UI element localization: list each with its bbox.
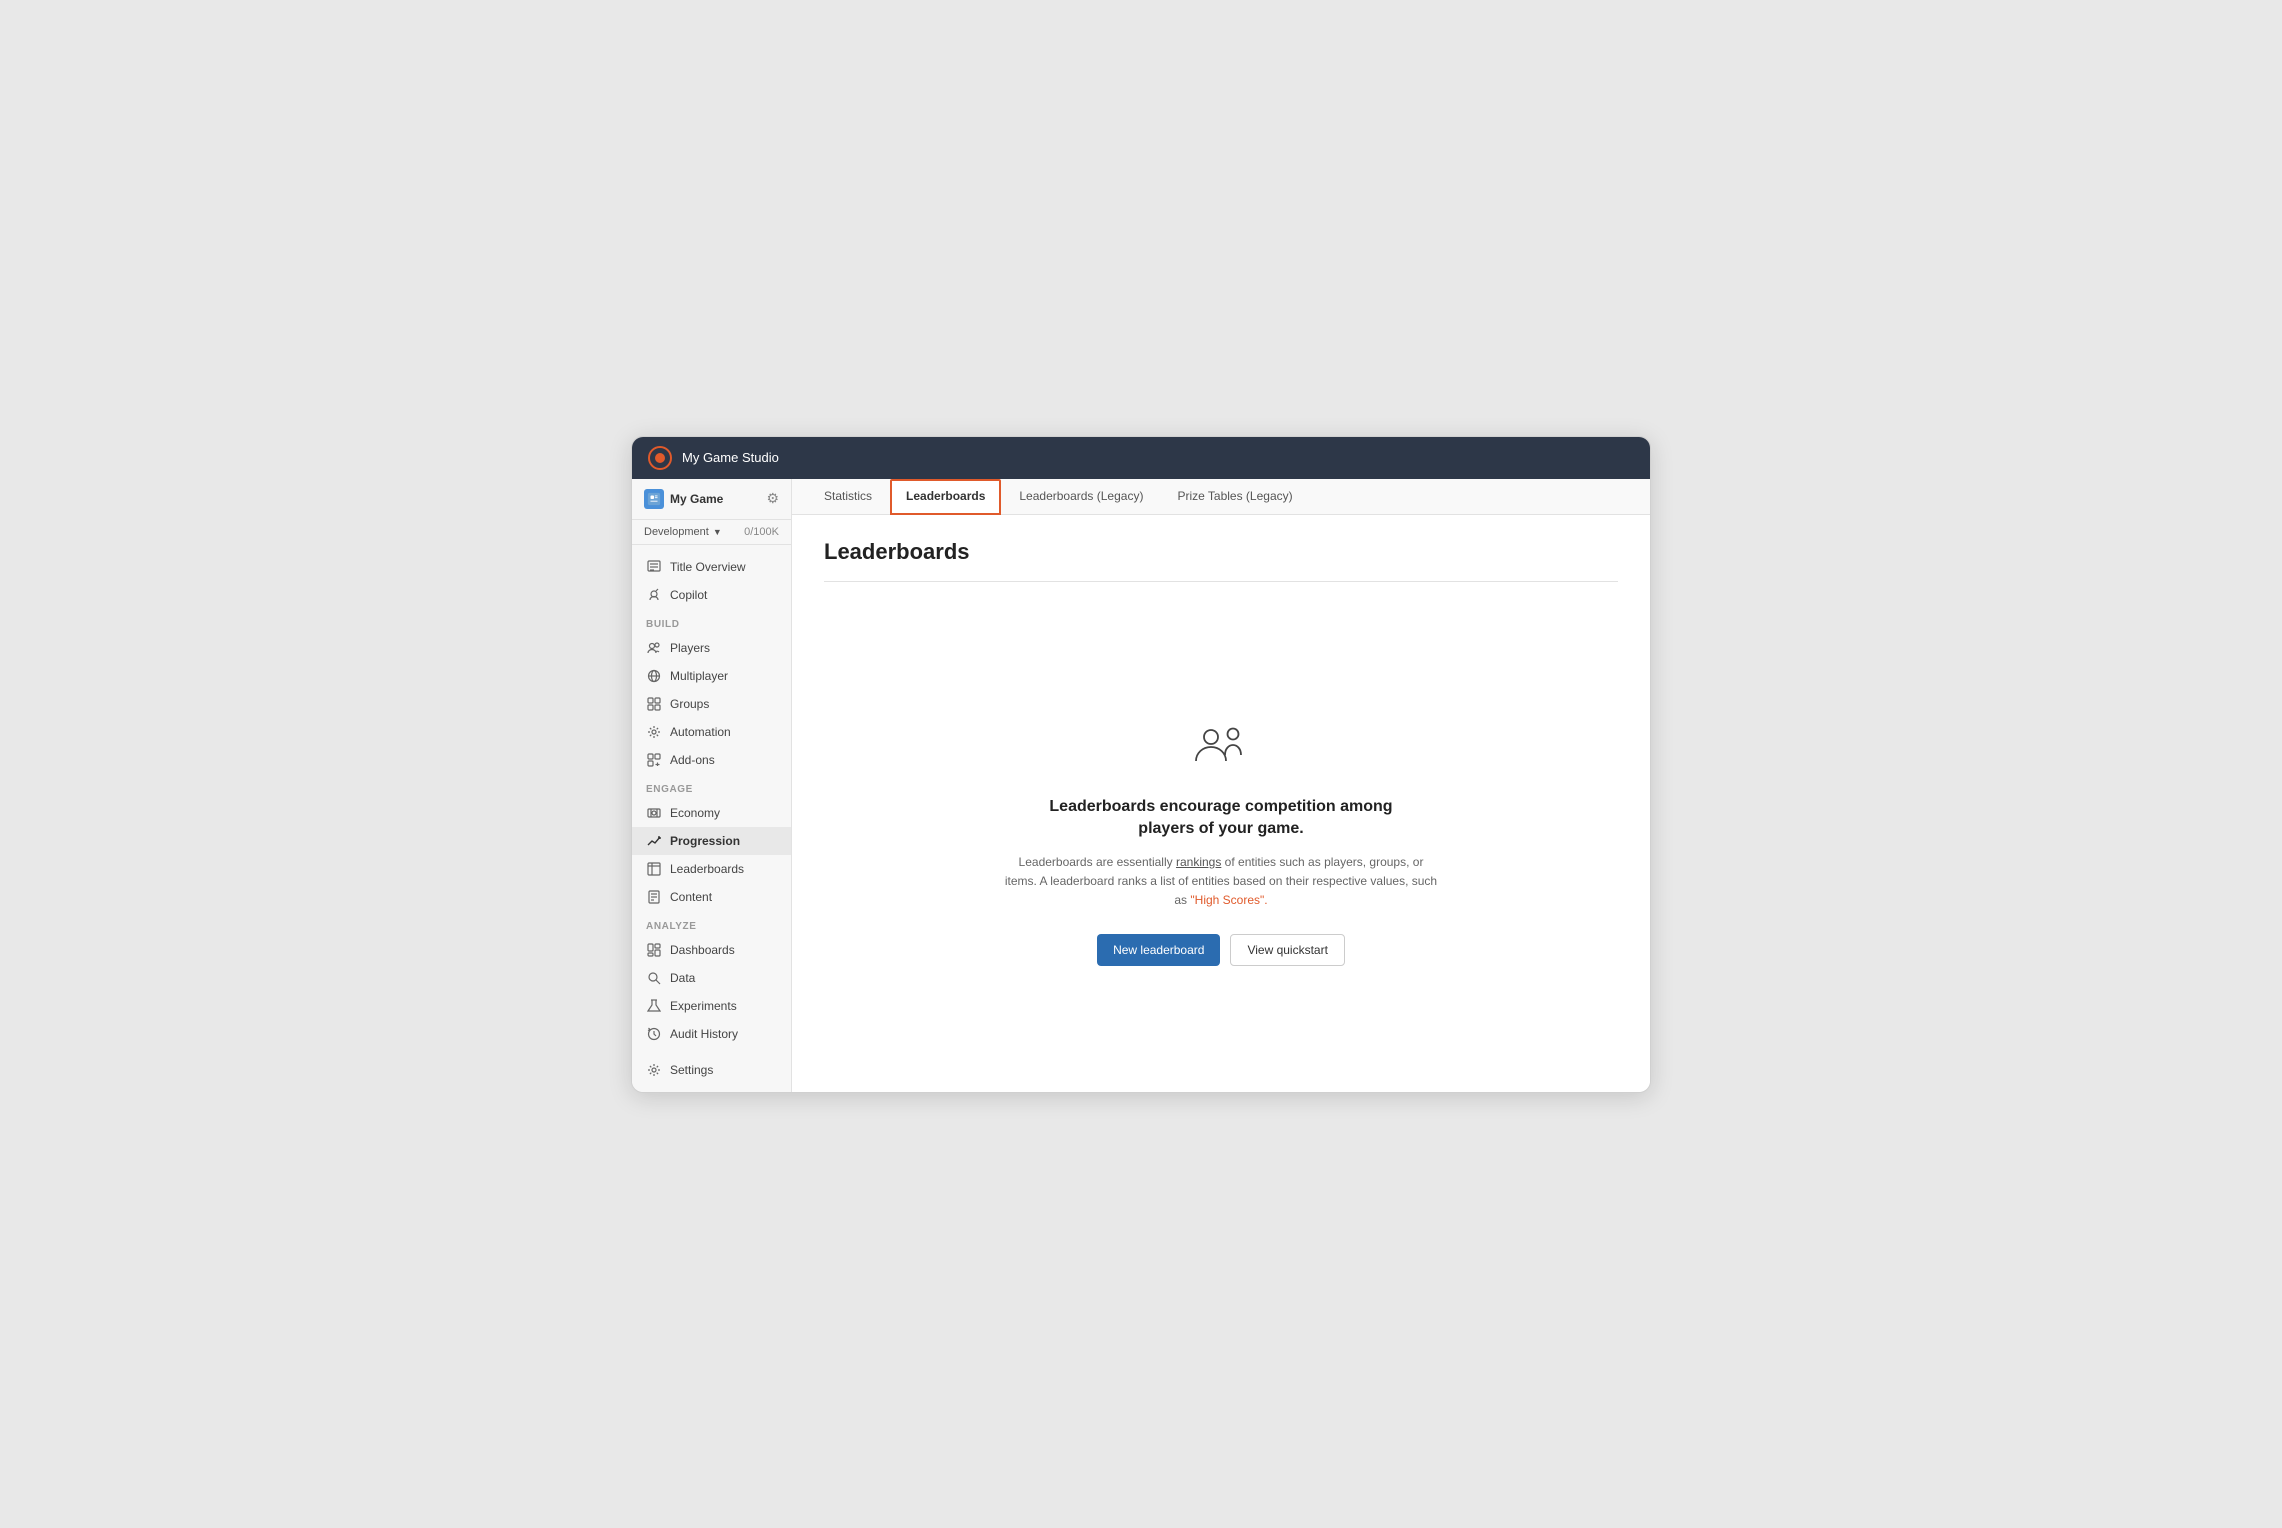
sidebar-item-multiplayer-label: Multiplayer bbox=[670, 669, 728, 683]
app-title: My Game Studio bbox=[682, 450, 779, 465]
addons-icon bbox=[646, 752, 662, 768]
sidebar-item-multiplayer[interactable]: Multiplayer bbox=[632, 662, 791, 690]
sidebar-item-title-overview[interactable]: Title Overview bbox=[632, 553, 791, 581]
sidebar-item-leaderboards-label: Leaderboards bbox=[670, 862, 744, 876]
empty-state-title: Leaderboards encourage competition among… bbox=[1021, 796, 1421, 841]
title-overview-icon bbox=[646, 559, 662, 575]
data-icon bbox=[646, 970, 662, 986]
copilot-icon bbox=[646, 587, 662, 603]
view-quickstart-button[interactable]: View quickstart bbox=[1230, 934, 1344, 966]
sidebar-item-groups-label: Groups bbox=[670, 697, 709, 711]
sidebar-item-content[interactable]: Content bbox=[632, 883, 791, 911]
dashboards-icon bbox=[646, 942, 662, 958]
sidebar-item-players-label: Players bbox=[670, 641, 710, 655]
divider bbox=[824, 581, 1618, 582]
sidebar-item-addons[interactable]: Add-ons bbox=[632, 746, 791, 774]
sidebar-item-dashboards[interactable]: Dashboards bbox=[632, 936, 791, 964]
tab-leaderboards[interactable]: Leaderboards bbox=[890, 479, 1001, 515]
empty-state-description: Leaderboards are essentially rankings of… bbox=[1001, 853, 1441, 911]
sidebar-item-audit-history-label: Audit History bbox=[670, 1027, 738, 1041]
env-count: 0/100K bbox=[744, 526, 779, 538]
sidebar-item-experiments[interactable]: Experiments bbox=[632, 992, 791, 1020]
economy-icon bbox=[646, 805, 662, 821]
tab-statistics[interactable]: Statistics bbox=[808, 479, 888, 515]
page-title: Leaderboards bbox=[824, 539, 1618, 565]
sidebar-item-experiments-label: Experiments bbox=[670, 999, 737, 1013]
players-icon bbox=[646, 640, 662, 656]
tab-leaderboards-legacy[interactable]: Leaderboards (Legacy) bbox=[1003, 479, 1159, 515]
main-layout: My Game ⚙ Development ▼ 0/100K bbox=[632, 479, 1650, 1092]
sidebar: My Game ⚙ Development ▼ 0/100K bbox=[632, 479, 792, 1092]
sidebar-item-economy[interactable]: Economy bbox=[632, 799, 791, 827]
build-section-label: BUILD bbox=[632, 609, 791, 634]
game-title: My Game bbox=[670, 492, 723, 506]
game-header: My Game ⚙ bbox=[632, 479, 791, 520]
sidebar-item-copilot-label: Copilot bbox=[670, 588, 707, 602]
app-window: My Game Studio My Game bbox=[631, 436, 1651, 1093]
tab-bar: Statistics Leaderboards Leaderboards (Le… bbox=[792, 479, 1650, 515]
sidebar-item-leaderboards[interactable]: Leaderboards bbox=[632, 855, 791, 883]
env-label[interactable]: Development ▼ bbox=[644, 526, 722, 538]
tab-prize-tables-legacy[interactable]: Prize Tables (Legacy) bbox=[1161, 479, 1308, 515]
main-content: Leaderboards Leaderboards encourage bbox=[792, 515, 1650, 1092]
sidebar-item-copilot[interactable]: Copilot bbox=[632, 581, 791, 609]
top-bar: My Game Studio bbox=[632, 437, 1650, 479]
sidebar-item-settings-label: Settings bbox=[670, 1063, 713, 1077]
sidebar-item-progression-label: Progression bbox=[670, 834, 740, 848]
audit-history-icon bbox=[646, 1026, 662, 1042]
app-logo bbox=[648, 446, 672, 470]
empty-state-icon bbox=[1191, 723, 1251, 780]
sidebar-item-dashboards-label: Dashboards bbox=[670, 943, 735, 957]
action-buttons: New leaderboard View quickstart bbox=[1097, 934, 1345, 966]
groups-icon bbox=[646, 696, 662, 712]
sidebar-item-data-label: Data bbox=[670, 971, 695, 985]
experiments-icon bbox=[646, 998, 662, 1014]
leaderboards-icon bbox=[646, 861, 662, 877]
progression-icon bbox=[646, 833, 662, 849]
sidebar-nav: Title Overview Copilot BUILD bbox=[632, 545, 791, 1092]
engage-section-label: ENGAGE bbox=[632, 774, 791, 799]
automation-icon bbox=[646, 724, 662, 740]
environment-bar: Development ▼ 0/100K bbox=[632, 520, 791, 545]
sidebar-item-settings[interactable]: Settings bbox=[632, 1056, 791, 1084]
game-info: My Game bbox=[644, 489, 723, 509]
game-icon bbox=[644, 489, 664, 509]
sidebar-item-title-overview-label: Title Overview bbox=[670, 560, 746, 574]
sidebar-item-content-label: Content bbox=[670, 890, 712, 904]
empty-state: Leaderboards encourage competition among… bbox=[824, 622, 1618, 1068]
sidebar-settings-icon bbox=[646, 1062, 662, 1078]
sidebar-item-automation[interactable]: Automation bbox=[632, 718, 791, 746]
sidebar-item-players[interactable]: Players bbox=[632, 634, 791, 662]
multiplayer-icon bbox=[646, 668, 662, 684]
analyze-section-label: ANALYZE bbox=[632, 911, 791, 936]
sidebar-item-progression[interactable]: Progression bbox=[632, 827, 791, 855]
quoted-text: "High Scores". bbox=[1190, 893, 1267, 907]
settings-icon[interactable]: ⚙ bbox=[766, 490, 779, 507]
highlight-text: rankings bbox=[1176, 855, 1221, 869]
sidebar-item-groups[interactable]: Groups bbox=[632, 690, 791, 718]
sidebar-item-audit-history[interactable]: Audit History bbox=[632, 1020, 791, 1048]
sidebar-item-data[interactable]: Data bbox=[632, 964, 791, 992]
sidebar-item-economy-label: Economy bbox=[670, 806, 720, 820]
content-icon bbox=[646, 889, 662, 905]
sidebar-item-addons-label: Add-ons bbox=[670, 753, 715, 767]
sidebar-item-automation-label: Automation bbox=[670, 725, 731, 739]
content-area: Statistics Leaderboards Leaderboards (Le… bbox=[792, 479, 1650, 1092]
new-leaderboard-button[interactable]: New leaderboard bbox=[1097, 934, 1220, 966]
